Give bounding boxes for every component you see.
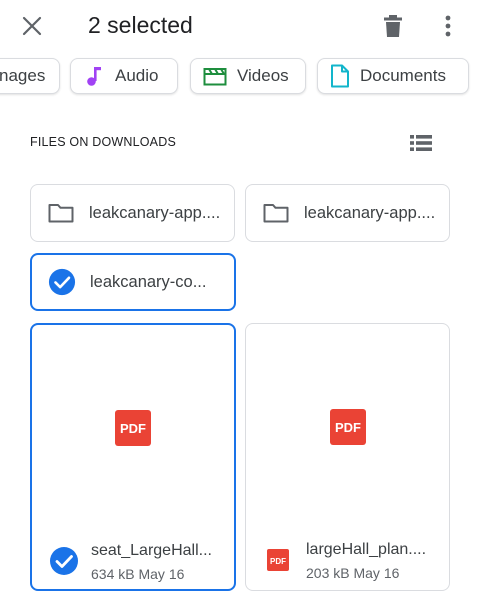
file-name: largeHall_plan.... <box>306 541 427 558</box>
close-icon <box>22 16 42 36</box>
file-meta: 634 kB May 16 <box>91 566 185 582</box>
chip-label: Videos <box>237 66 289 85</box>
pdf-type-label: PDF <box>335 420 361 435</box>
file-name: seat_LargeHall... <box>91 542 212 559</box>
category-chip-documents[interactable]: Documents <box>317 58 469 94</box>
pdf-icon: PDF <box>115 410 151 446</box>
folder-item[interactable]: leakcanary-app.... <box>245 184 450 242</box>
folder-name: leakcanary-app.... <box>304 203 436 222</box>
checkmark-circle-icon <box>48 545 80 577</box>
clapperboard-icon <box>203 66 227 86</box>
close-selection-button[interactable] <box>14 8 50 44</box>
pdf-small-icon: PDF <box>262 544 294 576</box>
document-icon <box>330 64 350 88</box>
chip-label: Audio <box>115 66 159 85</box>
pdf-icon: PDF <box>329 409 366 445</box>
delete-button[interactable] <box>376 8 410 44</box>
pdf-type-label-small: PDF <box>270 557 286 566</box>
section-title: FILES ON DOWNLOADS <box>30 135 176 149</box>
file-preview: PDF <box>32 409 234 447</box>
category-chip-videos[interactable]: Videos <box>190 58 306 94</box>
pdf-type-label: PDF <box>120 421 146 436</box>
checkmark-circle-icon <box>48 268 76 296</box>
folder-item[interactable]: leakcanary-app.... <box>30 184 235 242</box>
chip-label: Documents <box>360 66 446 85</box>
category-chip-audio[interactable]: Audio <box>70 58 178 94</box>
folder-item-selected[interactable]: leakcanary-co... <box>30 253 236 311</box>
trash-icon <box>384 15 402 37</box>
view-toggle-button[interactable] <box>404 128 438 158</box>
selection-count-title: 2 selected <box>88 12 193 38</box>
list-view-icon <box>410 135 432 151</box>
folder-name: leakcanary-co... <box>90 272 207 291</box>
file-meta: 203 kB May 16 <box>306 565 400 581</box>
file-card[interactable]: PDF PDF largeHall_plan.... 203 kB May 16 <box>245 323 450 591</box>
folder-name: leakcanary-app.... <box>89 203 221 222</box>
category-chip-images[interactable]: nages <box>0 58 60 94</box>
file-preview: PDF <box>246 408 449 446</box>
file-card-selected[interactable]: PDF seat_LargeHall... 634 kB May 16 <box>30 323 236 591</box>
chip-label: nages <box>0 66 46 85</box>
folder-icon <box>47 201 75 225</box>
folder-icon <box>262 201 290 225</box>
music-note-icon <box>85 65 103 87</box>
more-vert-icon <box>445 15 451 37</box>
more-options-button[interactable] <box>434 8 462 44</box>
